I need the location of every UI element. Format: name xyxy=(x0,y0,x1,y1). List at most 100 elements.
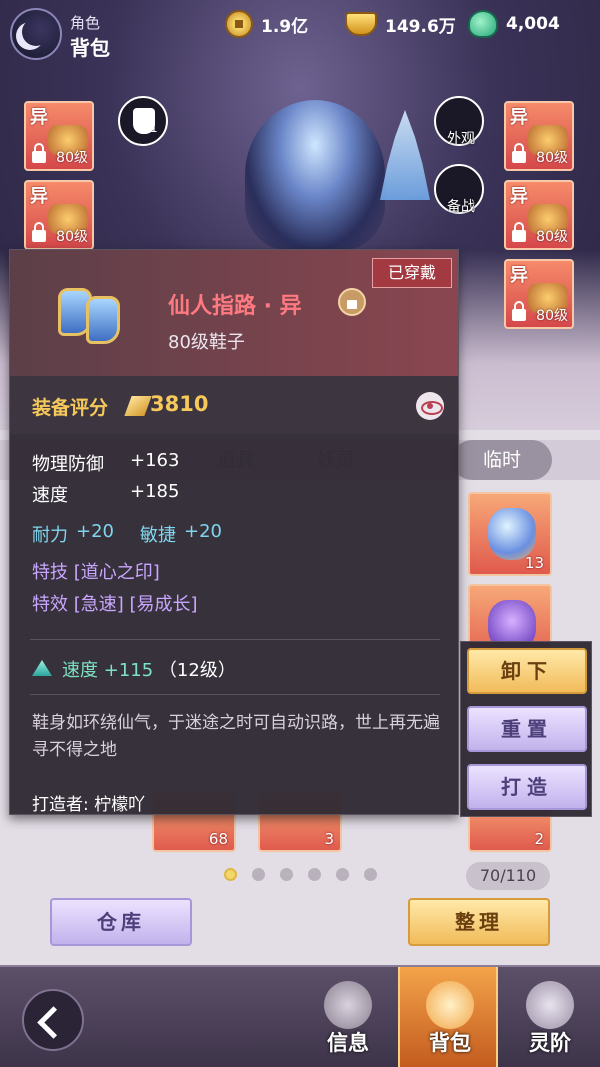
bonus-name: 敏捷 xyxy=(140,525,176,546)
nav-rank-label: 灵阶 xyxy=(529,1031,571,1055)
gem-name: 速度 xyxy=(62,660,98,681)
score-value: 3810 xyxy=(150,392,209,416)
page-indicator xyxy=(224,868,377,881)
stat-name: 速度 xyxy=(32,485,68,506)
jade-icon xyxy=(468,10,498,38)
bag-item-crystal[interactable]: 13 xyxy=(468,492,552,576)
crystal-art xyxy=(488,508,536,560)
gem-level: （12级） xyxy=(158,660,236,681)
armor-set-icon[interactable] xyxy=(118,96,168,146)
lock-icon xyxy=(512,222,526,242)
item-detail-popup: 已穿戴 仙人指路 · 异 80级鞋子 装备评分 3810 物理防御 +163 速… xyxy=(9,249,459,815)
page-dot[interactable] xyxy=(308,868,321,881)
top-bar: 角色 背包 1.9亿 149.6万 4,004 xyxy=(0,0,600,60)
score-row: 装备评分 3810 xyxy=(10,376,458,434)
maker-label: 打造者: xyxy=(32,795,89,815)
slot-level: 80级 xyxy=(536,308,568,324)
back-icon[interactable] xyxy=(22,989,84,1051)
item-count: 13 xyxy=(524,554,544,572)
slot-level: 80级 xyxy=(56,229,88,245)
page-dot[interactable] xyxy=(336,868,349,881)
tab-temporary[interactable]: 临时 xyxy=(452,440,552,480)
slot-level: 80级 xyxy=(536,229,568,245)
page-title: 背包 xyxy=(70,36,110,60)
moon-avatar-icon[interactable] xyxy=(10,8,62,60)
page-dot[interactable] xyxy=(252,868,265,881)
storage-button[interactable]: 仓库 xyxy=(50,898,192,946)
rarity-tag: 异 xyxy=(30,186,48,207)
forge-button[interactable]: 打造 xyxy=(467,764,587,810)
bonus-value: +20 xyxy=(76,521,114,542)
score-label: 装备评分 xyxy=(32,397,109,419)
rarity-tag: 异 xyxy=(510,265,528,286)
gem-value: +115 xyxy=(103,660,154,681)
rarity-tag: 异 xyxy=(30,107,48,128)
bag-icon xyxy=(426,981,474,1029)
score-icon xyxy=(124,396,152,416)
backup-button[interactable]: 备战 xyxy=(434,164,484,215)
stat-name: 物理防御 xyxy=(32,454,104,475)
slot-level: 80级 xyxy=(56,150,88,166)
slot-level: 80级 xyxy=(536,150,568,166)
rarity-tag: 异 xyxy=(510,186,528,207)
currency-jade: 4,004 xyxy=(468,10,560,38)
nav-bag-label: 背包 xyxy=(429,1031,471,1055)
lock-icon xyxy=(512,301,526,321)
equipped-badge: 已穿戴 xyxy=(372,258,452,288)
bonus-name: 耐力 xyxy=(32,525,68,546)
rarity-tag: 异 xyxy=(510,107,528,128)
boot-right xyxy=(86,296,120,344)
item-count: 3 xyxy=(324,830,334,848)
bonus-value: +20 xyxy=(184,521,222,542)
lock-icon xyxy=(32,143,46,163)
boots-icon xyxy=(46,268,132,354)
stat-value: +163 xyxy=(130,450,180,471)
eye-icon[interactable] xyxy=(416,392,444,420)
gold-ingot-icon xyxy=(345,12,377,36)
currency-copper: 1.9亿 xyxy=(225,10,308,38)
lock-icon xyxy=(512,143,526,163)
ingot-amount: 149.6万 xyxy=(385,16,456,37)
divider xyxy=(30,694,440,695)
lock-icon[interactable] xyxy=(338,288,366,316)
equip-slot-belt[interactable]: 异 80级 xyxy=(504,180,574,250)
copper-coin-icon xyxy=(225,10,253,38)
character-model xyxy=(245,100,385,250)
stat-value: +185 xyxy=(130,481,180,502)
nav-info[interactable]: 信息 xyxy=(298,967,398,1067)
nav-info-label: 信息 xyxy=(327,1031,369,1055)
item-count: 68 xyxy=(208,830,228,848)
special-skill: 特技 [道心之印] xyxy=(32,562,160,583)
nav-bag[interactable]: 背包 xyxy=(398,967,498,1067)
copper-amount: 1.9亿 xyxy=(261,16,309,37)
armor-count: 1 xyxy=(150,121,158,135)
popup-header: 已穿戴 仙人指路 · 异 80级鞋子 xyxy=(10,250,458,376)
sort-button[interactable]: 整理 xyxy=(408,898,550,946)
page-subtitle: 角色 xyxy=(70,14,101,32)
bag-capacity: 70/110 xyxy=(466,862,550,890)
currency-ingot: 149.6万 xyxy=(345,10,456,38)
unequip-button[interactable]: 卸下 xyxy=(467,648,587,694)
item-description: 鞋身如环绕仙气，于迷途之时可自动识路，世上再无遍寻不得之地 xyxy=(32,713,440,760)
nav-rank[interactable]: 灵阶 xyxy=(500,967,600,1067)
gem-line: 速度 +115 （12级） xyxy=(62,656,236,682)
item-name: 仙人指路 · 异 xyxy=(168,294,302,319)
equip-slot-shoes[interactable]: 异 80级 xyxy=(504,259,574,329)
equip-slot-hat[interactable]: 异 80级 xyxy=(24,180,94,250)
page-dot[interactable] xyxy=(280,868,293,881)
appearance-label: 外观 xyxy=(447,131,475,147)
equip-slot-armor[interactable]: 异 80级 xyxy=(504,101,574,171)
reset-button[interactable]: 重置 xyxy=(467,706,587,752)
lock-icon xyxy=(32,222,46,242)
item-count: 2 xyxy=(534,830,544,848)
backup-label: 备战 xyxy=(447,199,475,215)
fist-icon xyxy=(324,981,372,1029)
action-panel: 卸下 重置 打造 xyxy=(460,641,592,817)
page-dot[interactable] xyxy=(364,868,377,881)
page-dot[interactable] xyxy=(224,868,237,881)
special-effect: 特效 [急速] [易成长] xyxy=(32,594,198,615)
appearance-button[interactable]: 外观 xyxy=(434,96,484,147)
equip-slot-weapon[interactable]: 异 80级 xyxy=(24,101,94,171)
maker-line: 打造者: 柠檬吖 xyxy=(32,790,145,815)
divider xyxy=(30,639,440,640)
